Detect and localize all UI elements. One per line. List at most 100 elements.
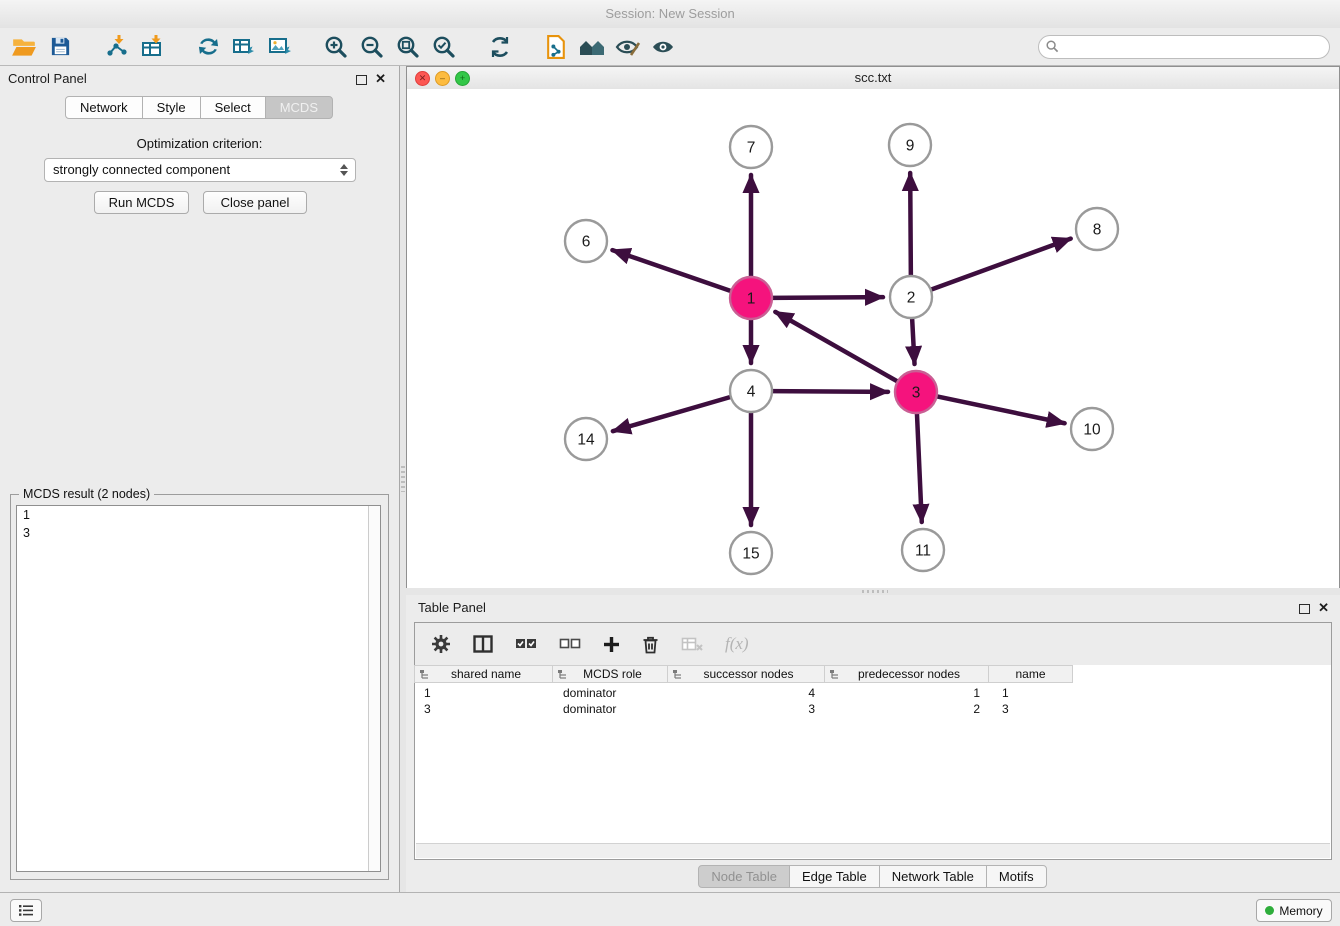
annotation-mode-icon[interactable] <box>610 31 646 63</box>
criterion-select[interactable]: strongly connected component <box>44 158 356 182</box>
cell-mcds-role[interactable]: dominator <box>554 685 670 701</box>
cell-shared-name[interactable]: 1 <box>415 685 554 701</box>
graph-edge-3-10[interactable] <box>937 396 1065 423</box>
deselect-all-columns-icon[interactable] <box>559 636 581 652</box>
network-window-title: scc.txt <box>407 67 1339 89</box>
open-folder-icon[interactable] <box>6 31 42 63</box>
cell-successor-nodes[interactable]: 4 <box>670 685 828 701</box>
control-panel-tabs: Network Style Select MCDS <box>0 96 399 119</box>
cell-successor-nodes[interactable]: 3 <box>670 701 828 717</box>
select-all-columns-icon[interactable] <box>515 636 537 652</box>
import-table-icon[interactable] <box>134 31 170 63</box>
memory-button[interactable]: Memory <box>1256 899 1332 922</box>
cell-mcds-role[interactable]: dominator <box>554 701 670 717</box>
tab-network[interactable]: Network <box>65 96 143 119</box>
column-type-icon <box>829 669 840 680</box>
table-panel-float-icon[interactable] <box>1299 604 1310 614</box>
node-table-container: f(x) shared name MCDS role successor nod… <box>414 622 1332 860</box>
mcds-result-item[interactable]: 1 <box>17 506 380 524</box>
table-row[interactable]: 1 dominator 4 1 1 <box>415 685 1078 701</box>
column-header-mcds-role[interactable]: MCDS role <box>552 665 668 683</box>
tab-mcds[interactable]: MCDS <box>265 96 333 119</box>
column-header-shared-name[interactable]: shared name <box>414 665 553 683</box>
graph-node-label-7: 7 <box>747 140 756 157</box>
tab-style[interactable]: Style <box>142 96 201 119</box>
graph-node-label-3: 3 <box>912 385 921 402</box>
graph-edge-2-8[interactable] <box>931 239 1071 290</box>
tab-motifs[interactable]: Motifs <box>986 865 1047 888</box>
table-panel: Table Panel ✕ f(x) <box>406 595 1340 892</box>
mcds-result-title: MCDS result (2 nodes) <box>19 487 154 501</box>
graph-svg: 7968124314101511 <box>407 89 1337 588</box>
zoom-in-icon[interactable] <box>318 31 354 63</box>
run-mcds-button[interactable]: Run MCDS <box>94 191 189 214</box>
graph-node-label-14: 14 <box>577 432 595 449</box>
control-panel-title: Control Panel <box>8 66 87 92</box>
show-hide-graphics-icon[interactable] <box>646 31 682 63</box>
split-view-icon[interactable] <box>473 635 493 653</box>
graph-edge-4-3[interactable] <box>772 391 888 392</box>
first-neighbors-icon[interactable] <box>574 31 610 63</box>
graph-edge-1-2[interactable] <box>772 297 883 298</box>
cell-predecessor-nodes[interactable]: 1 <box>828 685 993 701</box>
graph-edge-1-6[interactable] <box>612 250 731 291</box>
new-network-icon[interactable] <box>190 31 226 63</box>
graph-node-label-9: 9 <box>906 138 915 155</box>
graph-node-label-15: 15 <box>742 546 759 563</box>
cell-name[interactable]: 1 <box>993 685 1078 701</box>
column-header-name[interactable]: name <box>988 665 1073 683</box>
select-stepper-icon <box>337 162 351 178</box>
zoom-fit-icon[interactable] <box>390 31 426 63</box>
tab-edge-table[interactable]: Edge Table <box>789 865 880 888</box>
table-row[interactable]: 3 dominator 3 2 3 <box>415 701 1078 717</box>
save-session-icon[interactable] <box>42 31 78 63</box>
mcds-result-item[interactable]: 3 <box>17 524 380 542</box>
graph-node-label-8: 8 <box>1093 222 1102 239</box>
graph-edge-3-1[interactable] <box>775 312 897 382</box>
zoom-selected-icon[interactable] <box>426 31 462 63</box>
graph-edge-4-14[interactable] <box>613 397 731 431</box>
list-icon <box>19 905 33 916</box>
graph-edge-2-3[interactable] <box>912 318 914 364</box>
copy-network-icon[interactable] <box>538 31 574 63</box>
table-settings-gear-icon[interactable] <box>431 634 451 654</box>
mcds-result-scrollbar[interactable] <box>368 506 380 871</box>
search-input[interactable] <box>1038 35 1330 59</box>
traffic-light-close-icon[interactable]: ✕ <box>415 71 430 86</box>
table-horizontal-scrollbar[interactable] <box>416 843 1330 858</box>
traffic-light-zoom-icon[interactable]: + <box>455 71 470 86</box>
delete-column-trash-icon[interactable] <box>642 635 659 654</box>
control-panel: Control Panel ✕ Network Style Select MCD… <box>0 66 400 892</box>
column-header-predecessor-nodes[interactable]: predecessor nodes <box>824 665 989 683</box>
cell-name[interactable]: 3 <box>993 701 1078 717</box>
graph-node-label-6: 6 <box>582 234 591 251</box>
graph-edge-2-9[interactable] <box>910 173 911 276</box>
zoom-out-icon[interactable] <box>354 31 390 63</box>
traffic-light-minimize-icon[interactable]: – <box>435 71 450 86</box>
horizontal-splitter[interactable] <box>406 588 1340 595</box>
export-table-icon[interactable] <box>226 31 262 63</box>
control-panel-float-icon[interactable] <box>356 75 367 85</box>
cell-predecessor-nodes[interactable]: 2 <box>828 701 993 717</box>
mcds-result-list[interactable]: 1 3 <box>16 505 381 872</box>
graph-node-label-4: 4 <box>747 384 756 401</box>
status-list-button[interactable] <box>10 899 42 922</box>
graph-edge-3-11[interactable] <box>917 413 922 522</box>
column-header-successor-nodes[interactable]: successor nodes <box>667 665 825 683</box>
network-canvas[interactable]: 7968124314101511 <box>407 89 1339 588</box>
add-column-icon[interactable] <box>603 636 620 653</box>
graph-node-label-10: 10 <box>1083 422 1101 439</box>
cell-shared-name[interactable]: 3 <box>415 701 554 717</box>
tab-node-table[interactable]: Node Table <box>698 865 790 888</box>
close-panel-button[interactable]: Close panel <box>203 191 307 214</box>
tab-select[interactable]: Select <box>200 96 266 119</box>
table-panel-close-icon[interactable]: ✕ <box>1318 600 1329 616</box>
network-view-window: scc.txt ✕ – + 7968124314101511 <box>406 66 1340 589</box>
refresh-layout-icon[interactable] <box>482 31 518 63</box>
control-panel-close-icon[interactable]: ✕ <box>375 71 386 87</box>
import-network-icon[interactable] <box>98 31 134 63</box>
memory-status-icon <box>1265 906 1274 915</box>
table-header-row: shared name MCDS role successor nodes pr… <box>415 665 1073 683</box>
tab-network-table[interactable]: Network Table <box>879 865 987 888</box>
export-image-icon[interactable] <box>262 31 298 63</box>
